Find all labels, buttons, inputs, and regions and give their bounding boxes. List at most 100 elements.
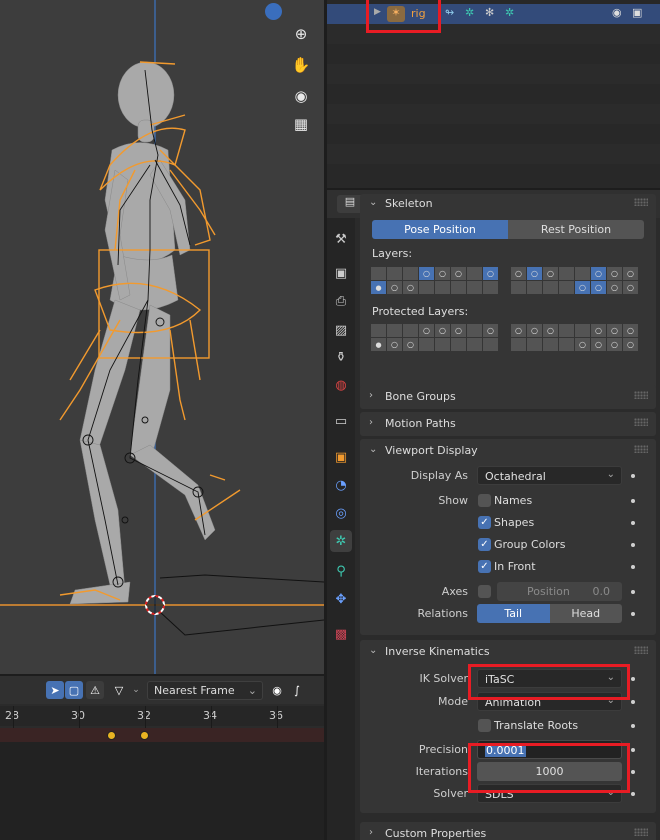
panel-motion-paths-header[interactable]: › Motion Paths (360, 412, 656, 436)
keyframe-dot[interactable] (631, 612, 635, 616)
protected-layers-grid-left[interactable] (371, 324, 498, 351)
proportional-edit-icon[interactable]: ◉ (268, 681, 286, 699)
panel-title: Bone Groups (385, 390, 456, 403)
bone-constraints-icon[interactable]: ✥ (330, 588, 352, 610)
modifiers-icon[interactable]: ◔ (330, 474, 352, 496)
physics-icon[interactable]: ◎ (330, 502, 352, 524)
properties-tabs: ⚒ ▣ ⎙ ▨ ⚱ ◍ ▭ ▣ ◔ ◎ ✲ ⚲ ✥ ▩ (327, 218, 355, 840)
frame-ruler[interactable]: 28 30 32 34 36 (0, 706, 324, 726)
ik-solver-label: IK Solver (419, 672, 468, 685)
keyframe-dot[interactable] (631, 565, 635, 569)
panel-inverse-kinematics-header[interactable]: ⌄ Inverse Kinematics (360, 640, 656, 664)
panel-custom-properties-header[interactable]: › Custom Properties (360, 822, 656, 840)
rest-position-button[interactable]: Rest Position (508, 220, 644, 239)
show-hidden-icon[interactable]: ▢ (65, 681, 83, 699)
bone-icon[interactable]: ⚲ (330, 560, 352, 582)
object-data-armature-icon[interactable]: ✲ (330, 530, 352, 552)
keyframe[interactable] (140, 731, 149, 740)
keyframe[interactable] (107, 731, 116, 740)
layers-grid-right[interactable] (511, 267, 638, 294)
keyframe-dot[interactable] (631, 590, 635, 594)
texture-icon[interactable]: ▩ (330, 623, 352, 645)
shapes-label: Shapes (494, 516, 535, 529)
camera-icon[interactable]: ▣ (632, 6, 642, 19)
chevron-down-icon: ⌄ (369, 444, 378, 455)
keyframe-dot[interactable] (631, 792, 635, 796)
3d-viewport[interactable]: ⊕ ✋ ◉ ▦ (0, 0, 324, 674)
keyframe-dot[interactable] (631, 724, 635, 728)
output-icon[interactable]: ⎙ (330, 290, 352, 312)
ortho-grid-icon[interactable]: ▦ (288, 111, 314, 137)
highlight-ik-solver (468, 664, 630, 700)
scene-icon[interactable]: ⚱ (330, 346, 352, 368)
navigation-gizmo-axis[interactable] (265, 3, 282, 20)
layers-grid-left[interactable] (371, 267, 498, 294)
panel-viewport-display-header[interactable]: ⌄ Viewport Display (360, 439, 656, 463)
keyframe-dot[interactable] (631, 499, 635, 503)
tick-label: 32 (137, 709, 151, 722)
keyframe-dot[interactable] (631, 543, 635, 547)
keyframe-dot[interactable] (631, 748, 635, 752)
falloff-curve-icon[interactable]: ∫ (288, 681, 306, 699)
group-colors-checkbox[interactable]: ✓ (478, 538, 491, 551)
keyframe-dot[interactable] (631, 770, 635, 774)
drag-grip-icon[interactable] (634, 445, 648, 453)
panel-title: Skeleton (385, 197, 433, 210)
world-icon[interactable]: ◍ (330, 374, 352, 396)
chevron-down-icon: ⌄ (369, 197, 378, 208)
in-front-label: In Front (494, 560, 536, 573)
drag-grip-icon[interactable] (634, 828, 648, 836)
pose-position-button[interactable]: Pose Position (372, 220, 508, 239)
keyframe-dot[interactable] (631, 700, 635, 704)
camera-view-icon[interactable]: ◉ (288, 83, 314, 109)
axes-position-field[interactable]: Position 0.0 (497, 582, 622, 601)
panel-title: Custom Properties (385, 827, 487, 840)
pan-hand-icon[interactable]: ✋ (288, 52, 314, 78)
view-layer-icon[interactable]: ▨ (330, 319, 352, 341)
drag-grip-icon[interactable] (634, 646, 648, 654)
relations-head-button[interactable]: Head (549, 604, 622, 623)
modifier-icon[interactable]: ✻ (485, 6, 494, 19)
armature-data-icon[interactable]: ✲ (505, 6, 514, 19)
panel-bone-groups: › Bone Groups (360, 385, 656, 409)
only-selected-icon[interactable]: ➤ (46, 681, 64, 699)
keyframe-dot[interactable] (631, 521, 635, 525)
eye-icon[interactable]: ◉ (612, 6, 622, 19)
display-as-select[interactable]: Octahedral ⌄ (477, 466, 622, 485)
protected-layers-grid-right[interactable] (511, 324, 638, 351)
panel-bone-groups-header[interactable]: › Bone Groups (360, 385, 656, 409)
panel-skeleton-header[interactable]: ⌄ Skeleton (360, 192, 656, 216)
drag-grip-icon[interactable] (634, 198, 648, 206)
pose-icon[interactable]: ✲ (465, 6, 474, 19)
axes-checkbox[interactable] (478, 585, 491, 598)
snap-mode-select[interactable]: Nearest Frame ⌄ (147, 681, 263, 700)
zoom-icon[interactable]: ⊕ (288, 21, 314, 47)
keyframe-dot[interactable] (631, 474, 635, 478)
tick-label: 28 (5, 709, 19, 722)
outliner[interactable]: ▶ ✶ rig ↬ ✲ ✻ ✲ ◉ ▣ (327, 0, 660, 188)
object-icon[interactable]: ▣ (330, 446, 352, 468)
shapes-checkbox[interactable]: ✓ (478, 516, 491, 529)
collection-icon[interactable]: ▭ (330, 410, 352, 432)
render-icon[interactable]: ▣ (330, 262, 352, 284)
relations-tail-button[interactable]: Tail (477, 604, 550, 623)
tool-icon[interactable]: ⚒ (330, 228, 352, 250)
in-front-checkbox[interactable]: ✓ (478, 560, 491, 573)
chevron-down-icon[interactable]: ⌄ (127, 681, 145, 699)
summary-row (0, 728, 324, 742)
names-checkbox[interactable] (478, 494, 491, 507)
chevron-down-icon: ⌄ (247, 684, 257, 697)
position-value: 0.0 (592, 585, 611, 598)
action-icon[interactable]: ↬ (445, 6, 454, 19)
warning-icon[interactable]: ⚠ (86, 681, 104, 699)
relations-label: Relations (417, 607, 468, 620)
keyframe-dot[interactable] (631, 677, 635, 681)
drag-grip-icon[interactable] (634, 418, 648, 426)
protected-layers-label: Protected Layers: (372, 305, 469, 318)
drag-grip-icon[interactable] (634, 391, 648, 399)
properties-editor[interactable]: ▤ ⚲ ⌄ ⚒ ▣ ⎙ ▨ ⚱ ◍ ▭ ▣ ◔ ◎ ✲ ⚲ ✥ ▩ ⌄ Skel… (327, 190, 660, 840)
filter-icon[interactable]: ▽ (110, 681, 128, 699)
timeline-channels[interactable] (0, 728, 324, 840)
timeline-editor[interactable]: ➤ ▢ ⚠ ▽ ⌄ Nearest Frame ⌄ ◉ ∫ 28 30 32 3… (0, 676, 324, 840)
translate-roots-checkbox[interactable] (478, 719, 491, 732)
